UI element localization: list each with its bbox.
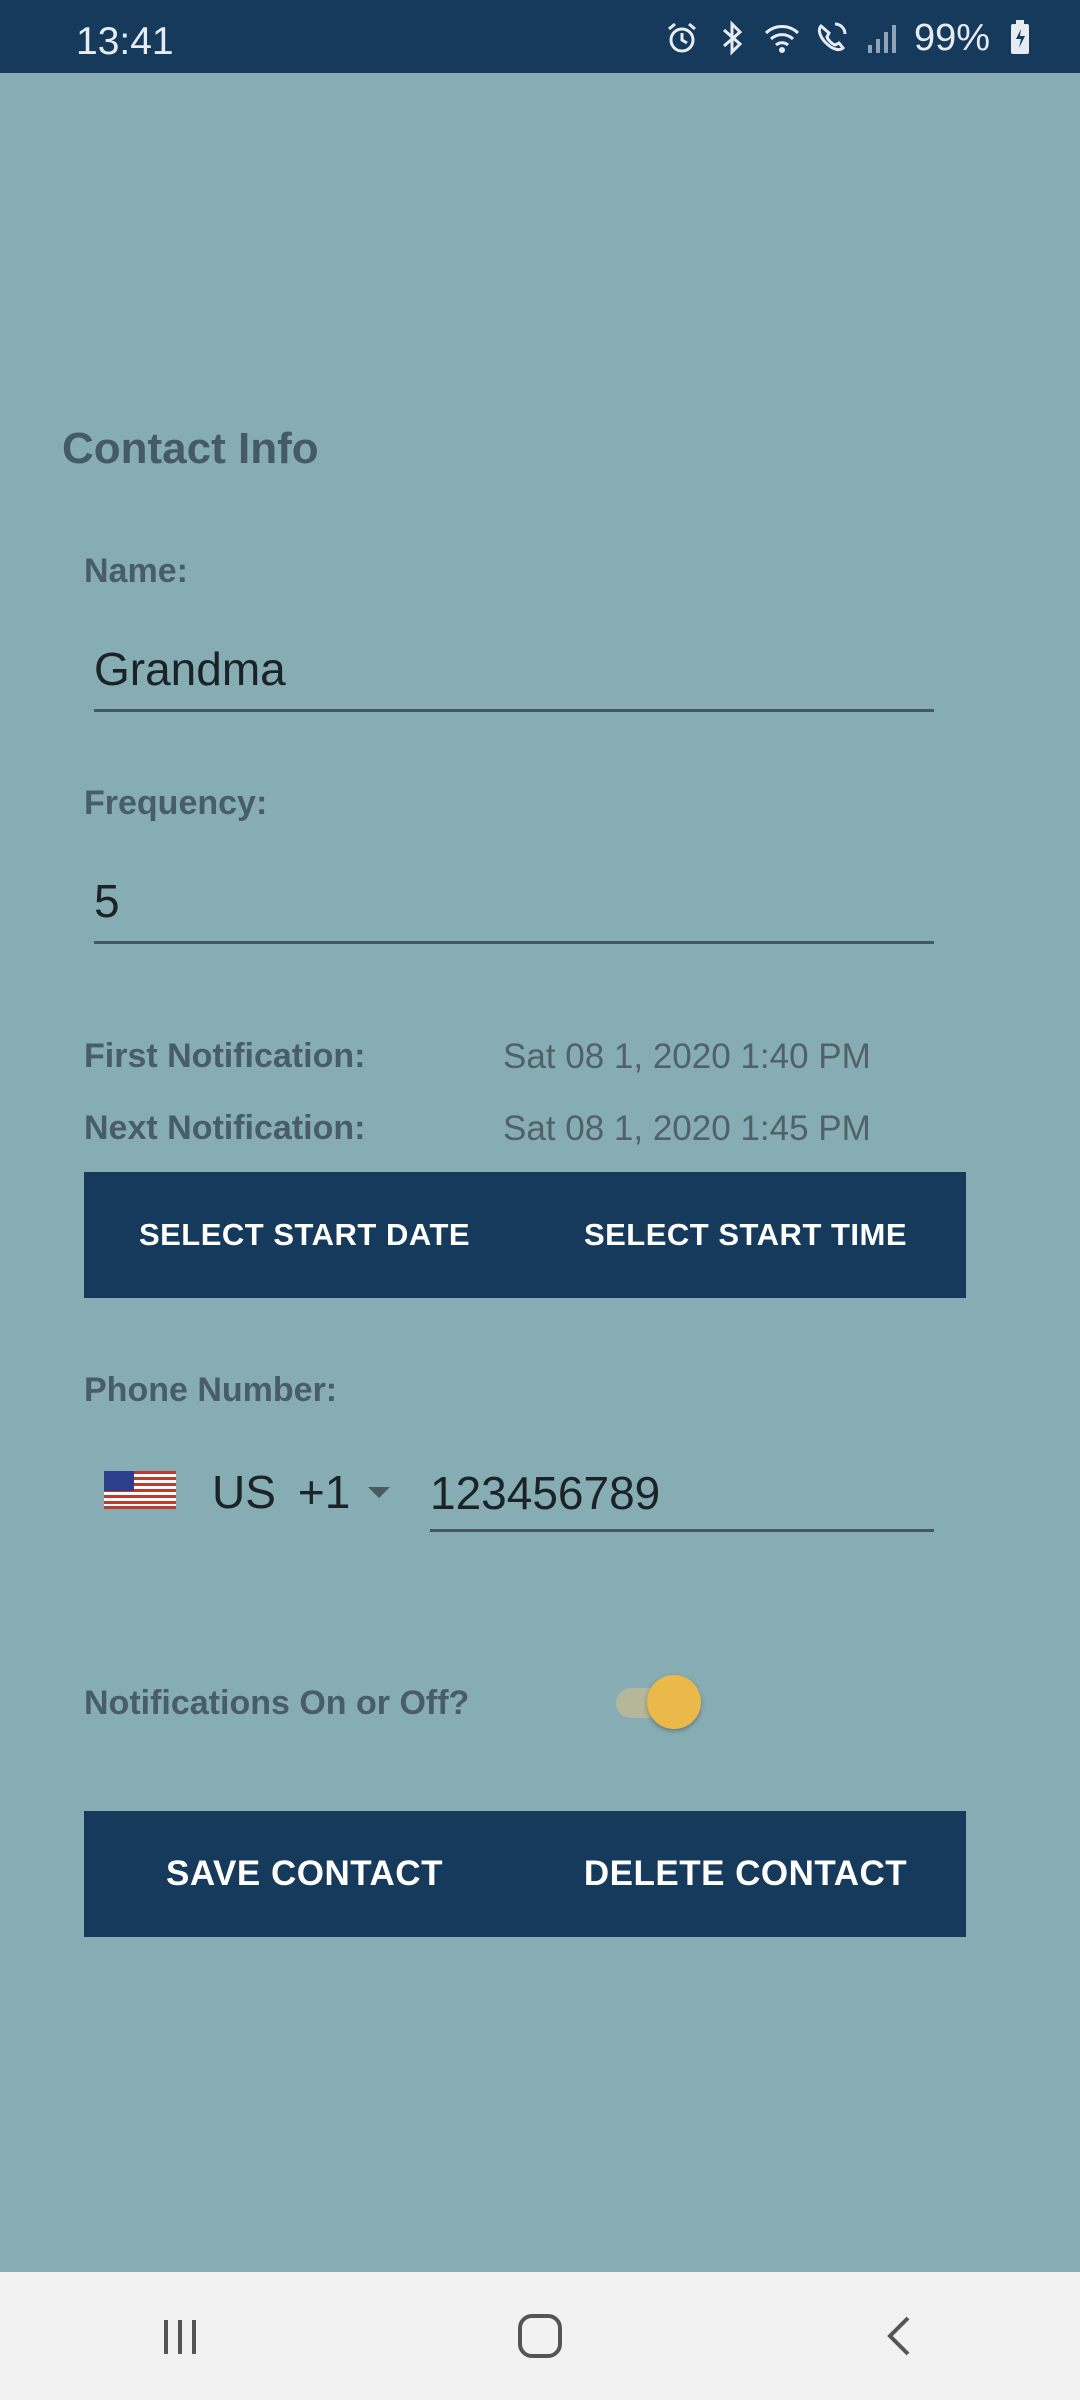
wifi-calling-icon: [812, 18, 852, 58]
notifications-toggle-label: Notifications On or Off?: [84, 1684, 470, 1722]
recent-apps-icon[interactable]: [120, 2286, 240, 2386]
country-code-picker[interactable]: US +1: [104, 1452, 391, 1532]
alarm-icon: [662, 18, 702, 58]
first-notification-label: First Notification:: [84, 1037, 366, 1075]
name-input[interactable]: Grandma: [94, 636, 934, 712]
save-contact-button[interactable]: SAVE CONTACT: [84, 1811, 525, 1937]
frequency-label: Frequency:: [84, 784, 268, 822]
status-icons: 99%: [652, 16, 1040, 60]
name-label: Name:: [84, 552, 188, 590]
status-time: 13:41: [76, 20, 174, 63]
select-start-date-button[interactable]: SELECT START DATE: [84, 1172, 525, 1298]
battery-percent: 99%: [913, 16, 990, 59]
bluetooth-icon: [712, 18, 752, 58]
select-start-time-button[interactable]: SELECT START TIME: [525, 1172, 966, 1298]
country-code: US: [212, 1466, 276, 1518]
delete-contact-button[interactable]: DELETE CONTACT: [525, 1811, 966, 1937]
toggle-thumb: [647, 1675, 701, 1729]
battery-charging-icon: [1000, 18, 1040, 58]
chevron-down-icon: [368, 1486, 391, 1498]
dial-code: +1: [297, 1466, 351, 1518]
signal-icon: [862, 18, 902, 58]
wifi-icon: [762, 18, 802, 58]
status-bar: 13:41 99%: [0, 0, 1080, 73]
us-flag-icon: [104, 1470, 212, 1514]
contact-actions-row: SAVE CONTACT DELETE CONTACT: [84, 1811, 966, 1937]
phone-number-input[interactable]: 123456789: [430, 1452, 934, 1532]
first-notification-value: Sat 08 1, 2020 1:40 PM: [503, 1037, 871, 1076]
next-notification-label: Next Notification:: [84, 1109, 366, 1147]
notifications-toggle[interactable]: [616, 1670, 702, 1730]
back-icon[interactable]: [840, 2286, 960, 2386]
frequency-input[interactable]: 5: [94, 868, 934, 944]
page-title: Contact Info: [62, 424, 319, 473]
phone-number-label: Phone Number:: [84, 1371, 338, 1409]
navigation-bar: [0, 2272, 1080, 2400]
home-icon[interactable]: [480, 2286, 600, 2386]
next-notification-value: Sat 08 1, 2020 1:45 PM: [503, 1109, 871, 1148]
date-time-button-row: SELECT START DATE SELECT START TIME: [84, 1172, 966, 1298]
